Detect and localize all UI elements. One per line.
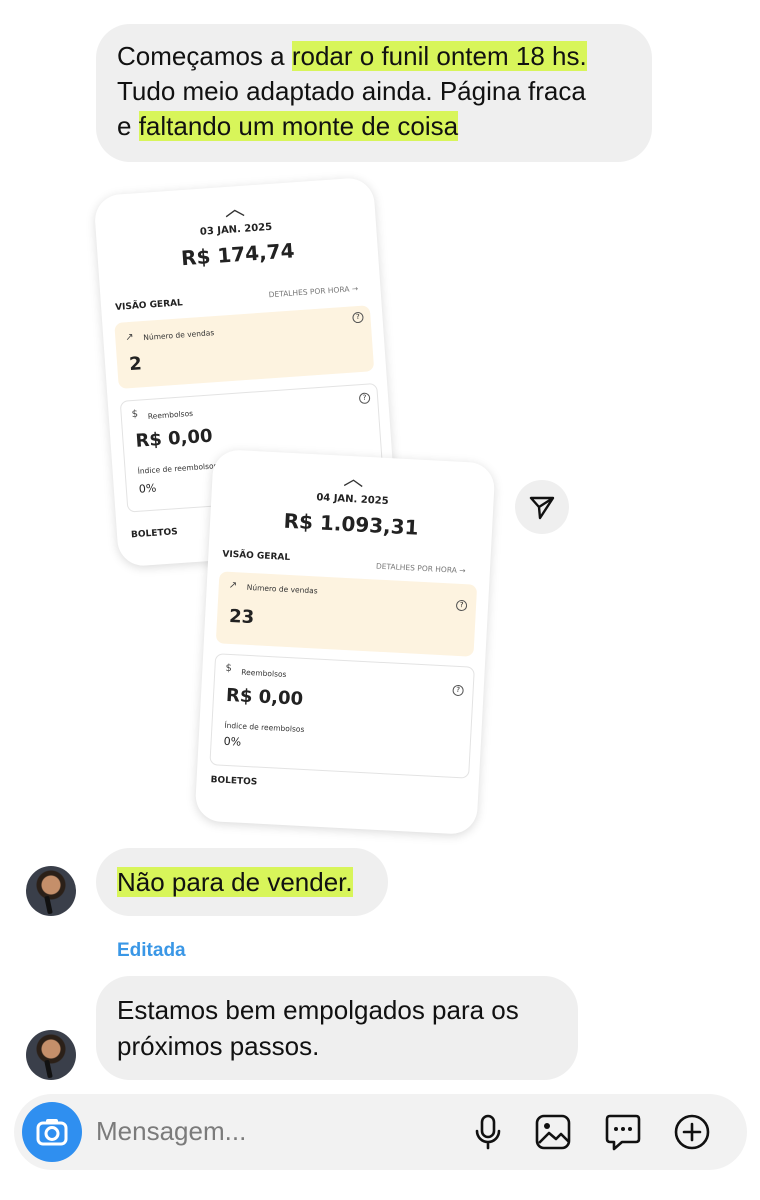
help-icon: ? xyxy=(452,684,464,697)
sales-value: 23 xyxy=(228,605,255,629)
help-icon: ? xyxy=(358,392,371,405)
trend-icon: ↗ xyxy=(228,579,238,592)
refunds-label: Reembolsos xyxy=(241,667,287,679)
message-input[interactable]: Mensagem... xyxy=(96,1116,246,1147)
message-1-line-3: e faltando um monte de coisa xyxy=(117,111,459,141)
sales-screenshot-card-2[interactable]: ︿ 04 JAN. 2025 R$ 1.093,31 VISÃO GERAL D… xyxy=(194,448,496,836)
details-link[interactable]: DETALHES POR HORA → xyxy=(268,284,358,299)
refund-rate-label: Índice de reembolsos xyxy=(137,461,218,476)
refund-hand-icon: $ xyxy=(225,662,233,675)
refund-rate-value: 0% xyxy=(138,481,157,496)
refund-hand-icon: $ xyxy=(131,408,139,421)
help-icon: ? xyxy=(352,311,364,324)
boletos-heading: BOLETOS xyxy=(130,527,179,541)
refund-rate-value: 0% xyxy=(223,734,242,749)
message-bubble-3[interactable]: Estamos bem empolgados para os próximos … xyxy=(96,976,578,1080)
camera-button[interactable] xyxy=(22,1102,82,1162)
refunds-value: R$ 0,00 xyxy=(225,684,304,710)
avatar[interactable] xyxy=(26,866,76,916)
refunds-value: R$ 0,00 xyxy=(134,425,214,452)
details-link[interactable]: DETALHES POR HORA → xyxy=(376,562,466,576)
help-icon: ? xyxy=(455,599,468,612)
sticker-icon[interactable] xyxy=(602,1111,644,1153)
image-icon[interactable] xyxy=(532,1111,574,1153)
sales-label: Número de vendas xyxy=(246,582,318,596)
trend-icon: ↗ xyxy=(124,331,135,344)
sales-label: Número de vendas xyxy=(143,328,215,343)
boletos-heading: BOLETOS xyxy=(210,775,258,788)
sales-count-box: ↗ Número de vendas ? 23 xyxy=(215,571,478,657)
message-composer[interactable]: Mensagem... xyxy=(14,1094,747,1170)
camera-icon xyxy=(36,1119,68,1146)
refund-rate-label: Índice de reembolsos xyxy=(224,720,305,734)
refunds-box: $ Reembolsos ? R$ 0,00 Índice de reembol… xyxy=(209,653,475,779)
overview-heading: VISÃO GERAL xyxy=(114,298,184,313)
message-1-line-2: Tudo meio adaptado ainda. Página fraca xyxy=(117,76,586,106)
message-1-line-1: Começamos a rodar o funil ontem 18 hs. xyxy=(117,41,587,71)
card-total: R$ 1.093,31 xyxy=(283,508,420,540)
plus-icon[interactable] xyxy=(671,1111,713,1153)
sales-count-box: ↗ Número de vendas ? 2 xyxy=(114,305,375,389)
message-2-text: Não para de vender. xyxy=(117,867,353,897)
message-bubble-2[interactable]: Não para de vender. xyxy=(96,848,388,916)
message-bubble-1[interactable]: Começamos a rodar o funil ontem 18 hs. T… xyxy=(96,24,652,162)
sales-value: 2 xyxy=(128,353,143,376)
message-3-line-2: próximos passos. xyxy=(117,1031,320,1061)
message-3-line-1: Estamos bem empolgados para os xyxy=(117,995,519,1025)
avatar[interactable] xyxy=(26,1030,76,1080)
send-icon xyxy=(529,496,555,520)
refunds-label: Reembolsos xyxy=(147,408,194,421)
edited-label: Editada xyxy=(117,940,186,961)
chevron-up-icon: ︿ xyxy=(223,195,246,222)
share-button[interactable] xyxy=(515,480,569,534)
overview-heading: VISÃO GERAL xyxy=(222,549,291,564)
microphone-icon[interactable] xyxy=(467,1111,509,1153)
chevron-up-icon: ︿ xyxy=(342,465,365,491)
